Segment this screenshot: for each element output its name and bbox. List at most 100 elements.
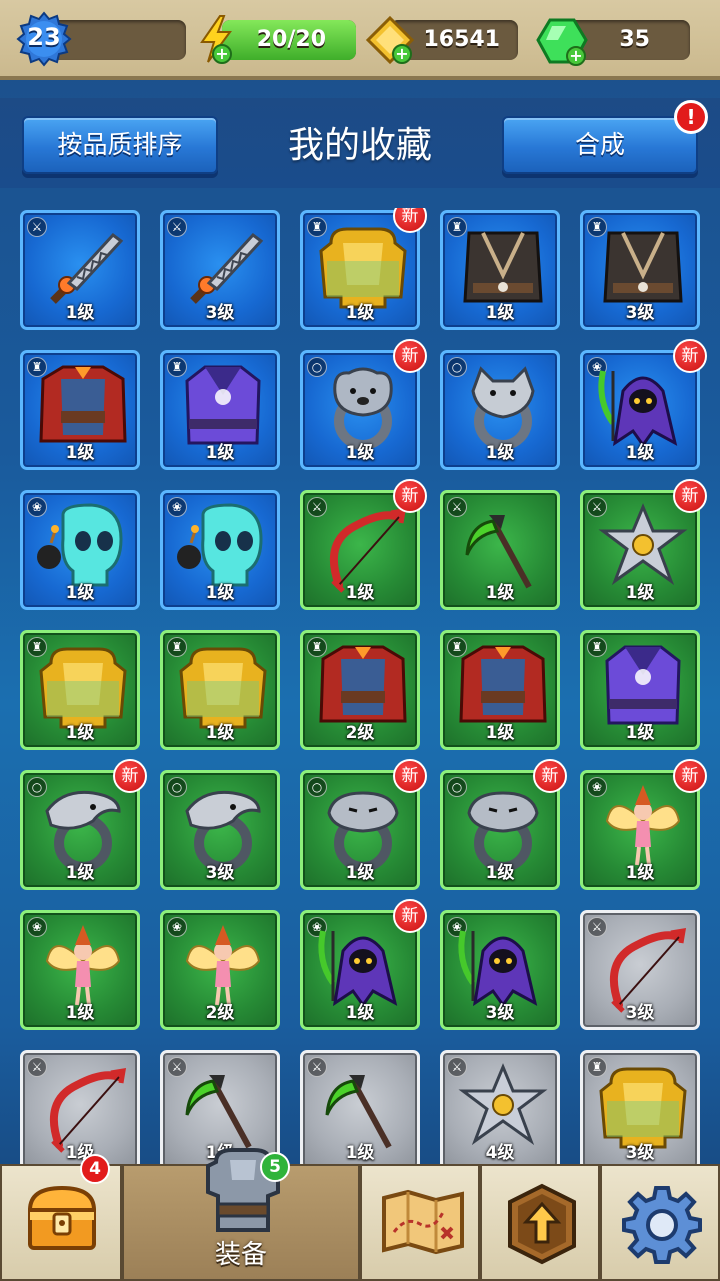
new-badge: 新 — [393, 899, 427, 933]
item-card-dark-vest[interactable]: ♜ 3级 — [580, 210, 700, 330]
item-card-red-cape-armor[interactable]: ♜ 1级 — [20, 350, 140, 470]
item-card-gold-armor[interactable]: ♜ 3级 — [580, 1050, 700, 1164]
item-card-fairy-pet[interactable]: ❀ 2级 — [160, 910, 280, 1030]
item-card-shuriken[interactable]: ⚔ 4级 — [440, 1050, 560, 1164]
chest-badge: 4 — [80, 1154, 110, 1184]
item-card-gold-armor[interactable]: ♜ 1级 — [160, 630, 280, 750]
item-level: 2级 — [205, 1003, 235, 1023]
item-level: 1级 — [205, 443, 235, 463]
item-card-bomb-skull-pet[interactable]: ❀ 1级 — [160, 490, 280, 610]
item-level: 1级 — [485, 443, 515, 463]
item-card-purple-robe[interactable]: ♜ 1级 — [160, 350, 280, 470]
item-card-gold-armor[interactable]: ♜ 1级 — [20, 630, 140, 750]
item-level: 1级 — [625, 863, 655, 883]
new-badge: 新 — [393, 339, 427, 373]
item-card-fairy-pet[interactable]: ❀ 1级 — [20, 910, 140, 1030]
item-level: 3级 — [205, 303, 235, 323]
item-card-red-cape-armor[interactable]: ♜ 2级 — [300, 630, 420, 750]
item-level: 1级 — [625, 443, 655, 463]
item-card-dark-vest[interactable]: ♜ 1级 — [440, 210, 560, 330]
item-level: 1级 — [65, 1143, 95, 1163]
item-level: 1级 — [205, 583, 235, 603]
new-badge: 新 — [393, 479, 427, 513]
item-card-serpent-ring[interactable]: ○ 1级新 — [300, 759, 427, 890]
item-card-green-scythe[interactable]: ⚔1级 — [300, 1050, 420, 1164]
item-card-purple-robe[interactable]: ♜ 1级 — [580, 630, 700, 750]
item-card-reaper-pet[interactable]: ❀ 1级新 — [300, 899, 427, 1030]
item-level: 1级 — [345, 303, 375, 323]
gem-plus-icon[interactable]: + — [566, 46, 586, 66]
item-card-red-bow[interactable]: ⚔ 1级新 — [300, 479, 427, 610]
combine-alert-badge: ! — [674, 100, 708, 134]
treasure-chest-icon — [27, 1185, 97, 1250]
energy-plus-icon[interactable]: + — [212, 44, 232, 64]
item-level: 1级 — [65, 303, 95, 323]
item-level: 1级 — [65, 583, 95, 603]
item-level: 1级 — [65, 863, 95, 883]
item-card-wolf-ring[interactable]: ○ 1级 — [440, 350, 560, 470]
sort-by-quality-button[interactable]: 按品质排序 — [22, 116, 218, 174]
item-level: 2级 — [345, 723, 375, 743]
nav-chest-tab[interactable]: 4 — [0, 1154, 122, 1281]
item-level: 1级 — [65, 443, 95, 463]
item-card-red-bow[interactable]: ⚔ 3级 — [580, 910, 700, 1030]
item-level: 1级 — [485, 863, 515, 883]
item-level: 1级 — [485, 303, 515, 323]
energy-bar[interactable]: 20/20 — [222, 20, 356, 60]
item-card-bomb-skull-pet[interactable]: ❀ 1级 — [20, 490, 140, 610]
new-badge: 新 — [393, 759, 427, 793]
item-level: 3级 — [485, 1003, 515, 1023]
item-grid[interactable]: ⚔ 1级 ⚔ 3级 ♜ 1级新 ♜ 1级 ♜ 3级 ♜ 1级 ♜ 1级 ○ 1级新 ○ 1级 ❀ 1级新 ❀ 1级 ❀ 1级 ⚔… — [0, 208, 720, 1164]
item-card-shuriken[interactable]: ⚔ 1级新 — [580, 479, 707, 610]
bottom-nav: 4 5 装备 — [0, 1148, 720, 1281]
new-badge: 新 — [533, 759, 567, 793]
equip-badge: 5 — [260, 1152, 290, 1182]
item-card-eagle-ring[interactable]: ○ 3级 — [160, 770, 280, 890]
item-level: 1级 — [485, 723, 515, 743]
item-level: 1级 — [625, 723, 655, 743]
combine-button[interactable]: 合成 — [502, 116, 698, 174]
player-level-badge[interactable]: 23 — [16, 11, 72, 67]
item-card-red-bow[interactable]: ⚔ 1级 — [20, 1050, 140, 1164]
equip-tab-label: 装备 — [214, 1240, 267, 1270]
page-title: 我的收藏 — [287, 125, 432, 166]
item-level: 1级 — [345, 1143, 375, 1163]
item-level: 4级 — [485, 1143, 515, 1163]
collection-header: 按品质排序 我的收藏 合成 ! — [0, 98, 720, 188]
item-card-eagle-ring[interactable]: ○ 1级新 — [20, 759, 147, 890]
gem-value: 35 — [619, 27, 650, 52]
item-level: 3级 — [205, 863, 235, 883]
item-level: 1级 — [345, 583, 375, 603]
item-card-reaper-pet[interactable]: ❀ 1级新 — [580, 339, 707, 470]
item-level: 3级 — [625, 1143, 655, 1163]
new-badge: 新 — [673, 759, 707, 793]
nav-upgrade-tab[interactable] — [480, 1164, 600, 1281]
item-level: 1级 — [625, 583, 655, 603]
item-level: 3级 — [625, 1003, 655, 1023]
item-card-saw-sword[interactable]: ⚔ 3级 — [160, 210, 280, 330]
item-level: 1级 — [65, 1003, 95, 1023]
nav-settings-tab[interactable] — [600, 1164, 720, 1281]
item-card-serpent-ring[interactable]: ○ 1级新 — [440, 759, 567, 890]
item-level: 1级 — [345, 443, 375, 463]
status-bar: 23 20/20 + 16541 + 35 + — [0, 0, 720, 80]
item-level: 1级 — [205, 723, 235, 743]
item-card-bear-ring[interactable]: ○ 1级新 — [300, 339, 427, 470]
upgrade-arrow-icon — [508, 1183, 576, 1265]
item-card-reaper-pet[interactable]: ❀ 3级 — [440, 910, 560, 1030]
item-card-red-cape-armor[interactable]: ♜ 1级 — [440, 630, 560, 750]
item-level: 3级 — [625, 303, 655, 323]
gold-plus-icon[interactable]: + — [392, 44, 412, 64]
item-card-gold-armor[interactable]: ♜ 1级新 — [300, 208, 427, 330]
energy-value: 20/20 — [256, 27, 326, 52]
new-badge: 新 — [673, 479, 707, 513]
item-level: 1级 — [65, 723, 95, 743]
item-card-green-scythe[interactable]: ⚔1级 — [440, 490, 560, 610]
nav-equip-tab[interactable]: 5 装备 — [122, 1148, 360, 1281]
gold-value: 16541 — [423, 27, 500, 52]
item-card-fairy-pet[interactable]: ❀ 1级新 — [580, 759, 707, 890]
player-level: 23 — [27, 23, 61, 51]
new-badge: 新 — [113, 759, 147, 793]
nav-map-tab[interactable] — [360, 1164, 480, 1281]
item-card-saw-sword[interactable]: ⚔ 1级 — [20, 210, 140, 330]
